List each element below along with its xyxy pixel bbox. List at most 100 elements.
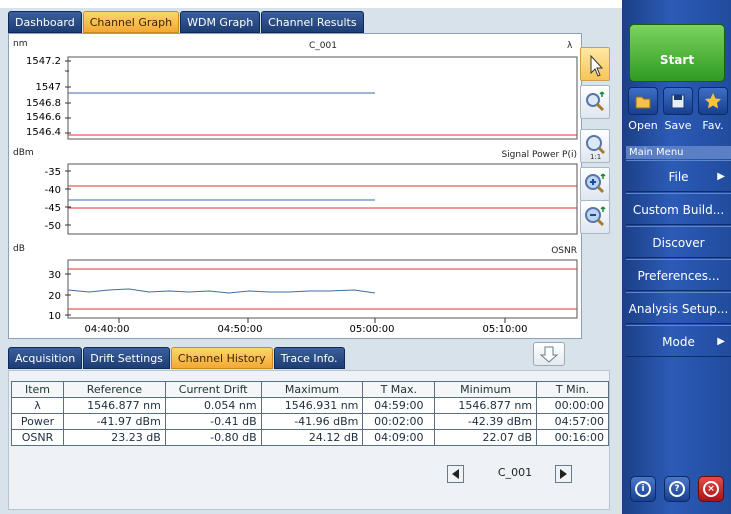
column-header: Item bbox=[10, 381, 65, 398]
menu-item-file[interactable]: File ▶ bbox=[626, 160, 731, 192]
wl-tick: 1547.2 bbox=[26, 56, 61, 67]
save-button[interactable] bbox=[663, 87, 693, 115]
zoom-in-icon bbox=[585, 173, 606, 194]
expand-down-icon bbox=[539, 346, 559, 363]
tab-trace-info[interactable]: Trace Info. bbox=[273, 347, 345, 369]
expand-button[interactable] bbox=[533, 342, 565, 366]
save-icon bbox=[671, 94, 685, 109]
prev-channel-button[interactable] bbox=[447, 465, 464, 483]
column-header: T Max. bbox=[362, 381, 436, 398]
zoom-fit-button[interactable] bbox=[580, 85, 610, 119]
channel-graph-svg[interactable]: nm C_001 λ 1547.2 1547 1546.8 1546.6 154… bbox=[9, 34, 583, 340]
table-cell: 04:57:00 bbox=[536, 413, 609, 430]
power-unit: dBm bbox=[13, 148, 34, 158]
x-tick: 04:50:00 bbox=[218, 324, 263, 335]
open-button[interactable] bbox=[628, 87, 658, 115]
menu-item-discover[interactable]: Discover bbox=[626, 226, 731, 258]
menu-item-label: File bbox=[668, 170, 689, 184]
zoom-fit-icon bbox=[586, 91, 605, 112]
channel-history-panel: Item Reference Current Drift Maximum T M… bbox=[8, 370, 610, 510]
zoom-1to1-button[interactable]: 1:1 bbox=[580, 129, 610, 163]
chevron-right-icon: ▶ bbox=[717, 336, 725, 347]
star-icon bbox=[705, 93, 721, 109]
table-cell: Power bbox=[10, 413, 65, 430]
menu-item-custom-build[interactable]: Custom Build... bbox=[626, 193, 731, 225]
menu-item-label: Analysis Setup... bbox=[628, 302, 729, 316]
menu-item-label: Discover bbox=[652, 236, 705, 250]
table-row[interactable]: λ 1546.877 nm 0.054 nm 1546.931 nm 04:59… bbox=[10, 397, 609, 414]
table-cell: 1546.877 nm bbox=[434, 397, 538, 414]
column-header: Minimum bbox=[434, 381, 538, 398]
table-cell: -41.96 dBm bbox=[260, 413, 364, 430]
svg-text:1:1: 1:1 bbox=[590, 153, 601, 161]
table-cell: -0.80 dB bbox=[164, 429, 262, 446]
table-cell: -41.97 dBm bbox=[63, 413, 166, 430]
zoom-out-icon bbox=[585, 206, 606, 227]
column-header: Current Drift bbox=[164, 381, 262, 398]
favorites-label: Fav. bbox=[702, 119, 724, 132]
table-row[interactable]: OSNR 23.23 dB -0.80 dB 24.12 dB 04:09:00… bbox=[10, 429, 609, 446]
tab-channel-results[interactable]: Channel Results bbox=[261, 11, 364, 33]
triangle-left-icon bbox=[452, 469, 459, 479]
pointer-button[interactable] bbox=[580, 47, 610, 81]
wavelength-label: λ bbox=[567, 41, 573, 51]
table-cell: 00:02:00 bbox=[362, 413, 436, 430]
channel-title: C_001 bbox=[309, 41, 337, 51]
right-sidebar: Start Open Save Fav. Main Menu File ▶ Cu… bbox=[622, 0, 731, 514]
wavelength-ticks: 1547.2 1547 1546.8 1546.6 1546.4 bbox=[26, 56, 71, 138]
folder-icon bbox=[635, 96, 651, 109]
save-label: Save bbox=[664, 119, 692, 132]
power-plot-frame bbox=[67, 163, 578, 235]
info-icon: i bbox=[635, 481, 651, 497]
table-row[interactable]: Power -41.97 dBm -0.41 dB -41.96 dBm 00:… bbox=[10, 413, 609, 430]
channel-name: C_001 bbox=[497, 466, 533, 479]
help-button[interactable]: ? bbox=[664, 476, 690, 502]
tab-channel-graph[interactable]: Channel Graph bbox=[82, 11, 180, 33]
menu-item-label: Mode bbox=[662, 335, 695, 349]
tab-channel-history[interactable]: Channel History bbox=[170, 347, 273, 369]
table-cell: -0.41 dB bbox=[164, 413, 262, 430]
pw-tick: -45 bbox=[45, 203, 61, 214]
table-cell: 22.07 dB bbox=[434, 429, 538, 446]
pw-tick: -50 bbox=[45, 221, 61, 232]
zoom-out-button[interactable] bbox=[580, 200, 610, 234]
favorites-button[interactable] bbox=[698, 87, 728, 115]
channel-graph-panel: nm C_001 λ 1547.2 1547 1546.8 1546.6 154… bbox=[8, 33, 582, 339]
menu-item-label: Preferences... bbox=[637, 269, 720, 283]
wl-tick: 1547 bbox=[36, 82, 61, 93]
channel-history-table: Item Reference Current Drift Maximum T M… bbox=[10, 381, 609, 446]
osnr-tick: 20 bbox=[48, 291, 61, 302]
x-tick: 05:00:00 bbox=[350, 324, 395, 335]
table-cell: 0.054 nm bbox=[164, 397, 262, 414]
table-header-row: Item Reference Current Drift Maximum T M… bbox=[10, 381, 609, 398]
next-channel-button[interactable] bbox=[555, 465, 572, 483]
start-button[interactable]: Start bbox=[629, 24, 725, 82]
close-button[interactable]: × bbox=[698, 476, 724, 502]
column-header: T Min. bbox=[536, 381, 609, 398]
info-button[interactable]: i bbox=[630, 476, 656, 502]
zoom-1to1-icon: 1:1 bbox=[586, 135, 606, 161]
menu-item-preferences[interactable]: Preferences... bbox=[626, 259, 731, 291]
osnr-label: OSNR bbox=[551, 246, 577, 256]
tab-drift-settings[interactable]: Drift Settings bbox=[83, 347, 170, 369]
table-cell: -42.39 dBm bbox=[434, 413, 538, 430]
menu-item-analysis-setup[interactable]: Analysis Setup... bbox=[626, 292, 731, 324]
wl-tick: 1546.4 bbox=[26, 127, 61, 138]
wavelength-plot-frame bbox=[67, 56, 578, 140]
top-tabs: Dashboard Channel Graph WDM Graph Channe… bbox=[8, 11, 365, 33]
column-header: Maximum bbox=[260, 381, 364, 398]
table-cell: 04:09:00 bbox=[362, 429, 436, 446]
zoom-in-button[interactable] bbox=[580, 167, 610, 201]
pointer-icon bbox=[590, 54, 604, 77]
pw-tick: -40 bbox=[45, 185, 61, 196]
x-tick: 05:10:00 bbox=[483, 324, 528, 335]
pw-tick: -35 bbox=[45, 167, 61, 178]
tab-wdm-graph[interactable]: WDM Graph bbox=[180, 11, 261, 33]
table-cell: 1546.931 nm bbox=[260, 397, 364, 414]
table-cell: 00:16:00 bbox=[536, 429, 609, 446]
open-label: Open bbox=[628, 119, 658, 132]
tab-dashboard[interactable]: Dashboard bbox=[8, 11, 82, 33]
tab-acquisition[interactable]: Acquisition bbox=[8, 347, 83, 369]
menu-item-mode[interactable]: Mode ▶ bbox=[626, 325, 731, 357]
wl-tick: 1546.8 bbox=[26, 98, 61, 109]
